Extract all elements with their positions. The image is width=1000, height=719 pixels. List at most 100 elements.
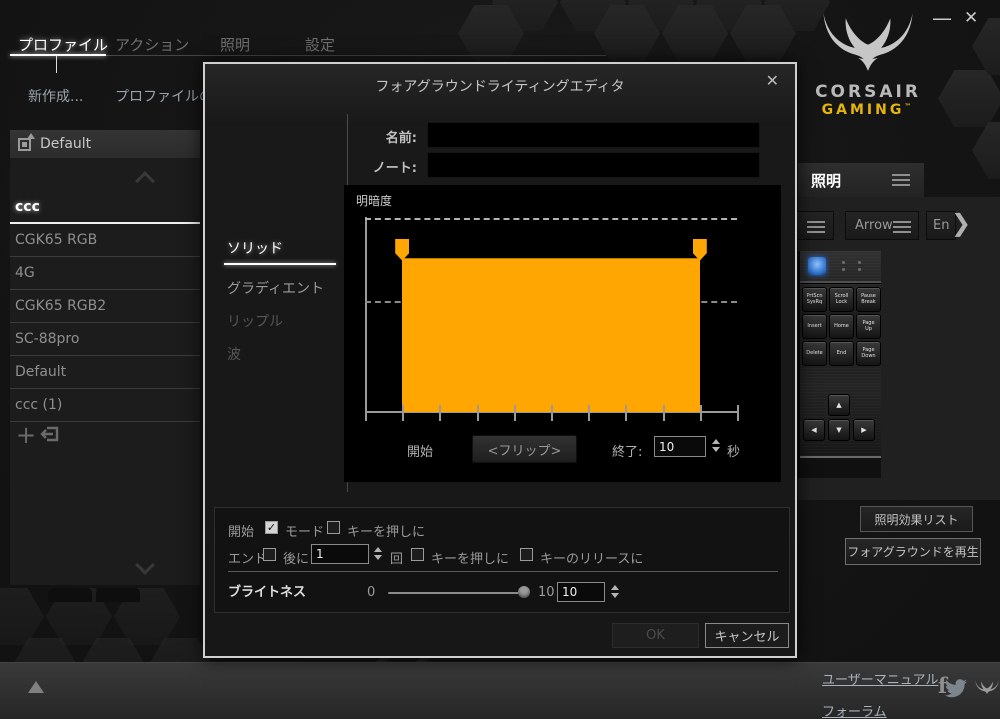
- end-after-checkbox[interactable]: [263, 548, 276, 561]
- mode-tab-ripple[interactable]: リップル: [227, 311, 283, 331]
- start-on-keypress-label: キーを押しに: [347, 521, 425, 540]
- device-header[interactable]: Default: [10, 130, 200, 158]
- brightness-slider-handle[interactable]: [518, 586, 530, 598]
- chart-plot[interactable]: [365, 219, 737, 412]
- note-input[interactable]: [427, 152, 760, 178]
- scroll-up-icon[interactable]: [138, 170, 154, 186]
- keyboard-logo-key: [808, 257, 826, 275]
- chart-title: 明暗度: [356, 192, 392, 209]
- key-insert[interactable]: Insert: [802, 314, 827, 339]
- active-tab-underline: [10, 54, 106, 56]
- brightness-label: ブライトネス: [228, 581, 306, 600]
- repeat-count-stepper[interactable]: [374, 547, 382, 560]
- lighting-effects-list-button[interactable]: 照明効果リスト: [860, 506, 973, 532]
- device-name: Default: [40, 136, 91, 152]
- mode-tab-wave[interactable]: 波: [227, 344, 241, 364]
- tab-actions[interactable]: アクション: [115, 34, 189, 55]
- profile-item[interactable]: 4G: [10, 258, 200, 290]
- profile-item[interactable]: CGK65 RGB: [10, 225, 200, 257]
- key-page-up[interactable]: Page Up: [856, 314, 881, 339]
- key-scroll-lock[interactable]: Scroll Lock: [829, 287, 854, 312]
- key-page-down[interactable]: Page Down: [856, 341, 881, 366]
- lighting-panel-tab[interactable]: 照明: [798, 163, 924, 197]
- dialog-title: フォアグラウンドライティングエディタ: [205, 76, 795, 96]
- corsair-footer-icon[interactable]: [974, 679, 1000, 697]
- end-on-release-label: キーのリリースに: [540, 548, 643, 567]
- keyboard-nav-keys: PrtScn SysRq Scroll Lock Pause Break Ins…: [802, 287, 881, 366]
- profile-item[interactable]: Default: [10, 357, 200, 389]
- hex-decoration: [938, 70, 1000, 127]
- scroll-down-icon[interactable]: [138, 558, 154, 574]
- mode-checkbox[interactable]: ✓: [265, 521, 278, 534]
- end-time-stepper[interactable]: [712, 439, 720, 452]
- end-options-label: エンド: [228, 548, 267, 567]
- user-manual-link[interactable]: ユーザーマニュアル: [822, 669, 938, 688]
- chart-x-tick: [477, 405, 479, 421]
- key-pause[interactable]: Pause Break: [856, 287, 881, 312]
- chart-area[interactable]: [402, 258, 700, 412]
- new-profile-link[interactable]: 新作成...: [28, 86, 83, 106]
- profile-item[interactable]: ccc (1): [10, 390, 200, 422]
- start-options-label: 開始: [228, 521, 254, 540]
- key-arrow-left[interactable]: ◀: [803, 419, 825, 441]
- key-home[interactable]: Home: [829, 314, 854, 339]
- app-window: — ✕ プロファイル アクション 照明 設定 新作成... プロファイルの CO…: [0, 0, 1000, 719]
- end-time-input[interactable]: [654, 436, 706, 457]
- effect-type-value: Arrow: [855, 218, 893, 233]
- ok-button[interactable]: OK: [612, 623, 699, 648]
- note-label: ノート:: [357, 157, 417, 176]
- import-profile-button[interactable]: [40, 425, 60, 447]
- mode-tab-solid[interactable]: ソリッド: [227, 238, 283, 258]
- chart-x-tick: [700, 405, 702, 421]
- dialog-close-icon[interactable]: ✕: [766, 73, 779, 89]
- end-on-release-checkbox[interactable]: [520, 548, 533, 561]
- end-on-keypress-checkbox[interactable]: [411, 548, 424, 561]
- effect-mode-dropdown[interactable]: [792, 211, 834, 240]
- profile-item[interactable]: CGK65 RGB2: [10, 291, 200, 323]
- profile-sidebar: Default ccc CGK65 RGB 4G CGK65 RGB2 SC-8…: [10, 130, 200, 585]
- corsair-sails-logo-icon: [816, 10, 920, 76]
- brightness-slider-track[interactable]: [388, 592, 526, 594]
- profile-item[interactable]: ccc: [10, 192, 200, 224]
- expand-footer-icon[interactable]: [28, 681, 44, 693]
- menu-icon[interactable]: [892, 174, 910, 186]
- key-arrow-up[interactable]: ▲: [828, 394, 850, 416]
- minimize-button[interactable]: —: [932, 8, 952, 28]
- name-input[interactable]: [427, 122, 760, 148]
- forum-link[interactable]: フォーラム: [822, 701, 887, 719]
- add-profile-button[interactable]: +: [16, 423, 36, 447]
- close-window-button[interactable]: ✕: [964, 10, 978, 27]
- key-delete[interactable]: Delete: [802, 341, 827, 366]
- key-arrow-right[interactable]: ▶: [853, 419, 875, 441]
- tab-lighting[interactable]: 照明: [220, 34, 250, 55]
- brightness-stepper[interactable]: [611, 585, 619, 598]
- playback-options-panel: 開始 ✓ モード キーを押しに エンド 後に 回 キーを押しに キーのリリースに…: [214, 507, 790, 613]
- twitter-icon[interactable]: [944, 679, 968, 699]
- key-arrow-down[interactable]: ▼: [828, 419, 850, 441]
- import-icon: [40, 425, 60, 443]
- play-foreground-button[interactable]: フォアグラウンドを再生: [845, 538, 981, 565]
- key-prtscn[interactable]: PrtScn SysRq: [802, 287, 827, 312]
- background-key-shape: [48, 588, 92, 602]
- mode-checkbox-label: モード: [285, 521, 324, 540]
- seconds-label: 秒: [727, 441, 740, 460]
- cancel-button[interactable]: キャンセル: [705, 623, 789, 648]
- indicator-led: [842, 261, 845, 264]
- flip-button[interactable]: <フリップ>: [472, 435, 577, 463]
- key-end[interactable]: End: [829, 341, 854, 366]
- effect-type-dropdown[interactable]: Arrow: [845, 211, 919, 240]
- brightness-value-input[interactable]: [557, 582, 605, 602]
- active-mode-underline: [224, 263, 336, 265]
- timeline-start-label: 開始: [407, 441, 433, 460]
- tab-profile[interactable]: プロファイル: [18, 34, 108, 55]
- expand-panel-chevron-icon[interactable]: ❯: [951, 211, 971, 235]
- brand-trademark: ™: [904, 102, 914, 110]
- mode-tab-gradient[interactable]: グラディエント: [227, 278, 324, 298]
- profile-action-link[interactable]: プロファイルの: [115, 86, 213, 106]
- profile-item[interactable]: SC-88pro: [10, 324, 200, 356]
- tab-settings[interactable]: 設定: [305, 34, 335, 55]
- indicator-led: [858, 268, 861, 271]
- repeat-count-input[interactable]: [311, 544, 369, 564]
- start-on-keypress-checkbox[interactable]: [327, 521, 340, 534]
- chart-x-tick: [737, 405, 739, 421]
